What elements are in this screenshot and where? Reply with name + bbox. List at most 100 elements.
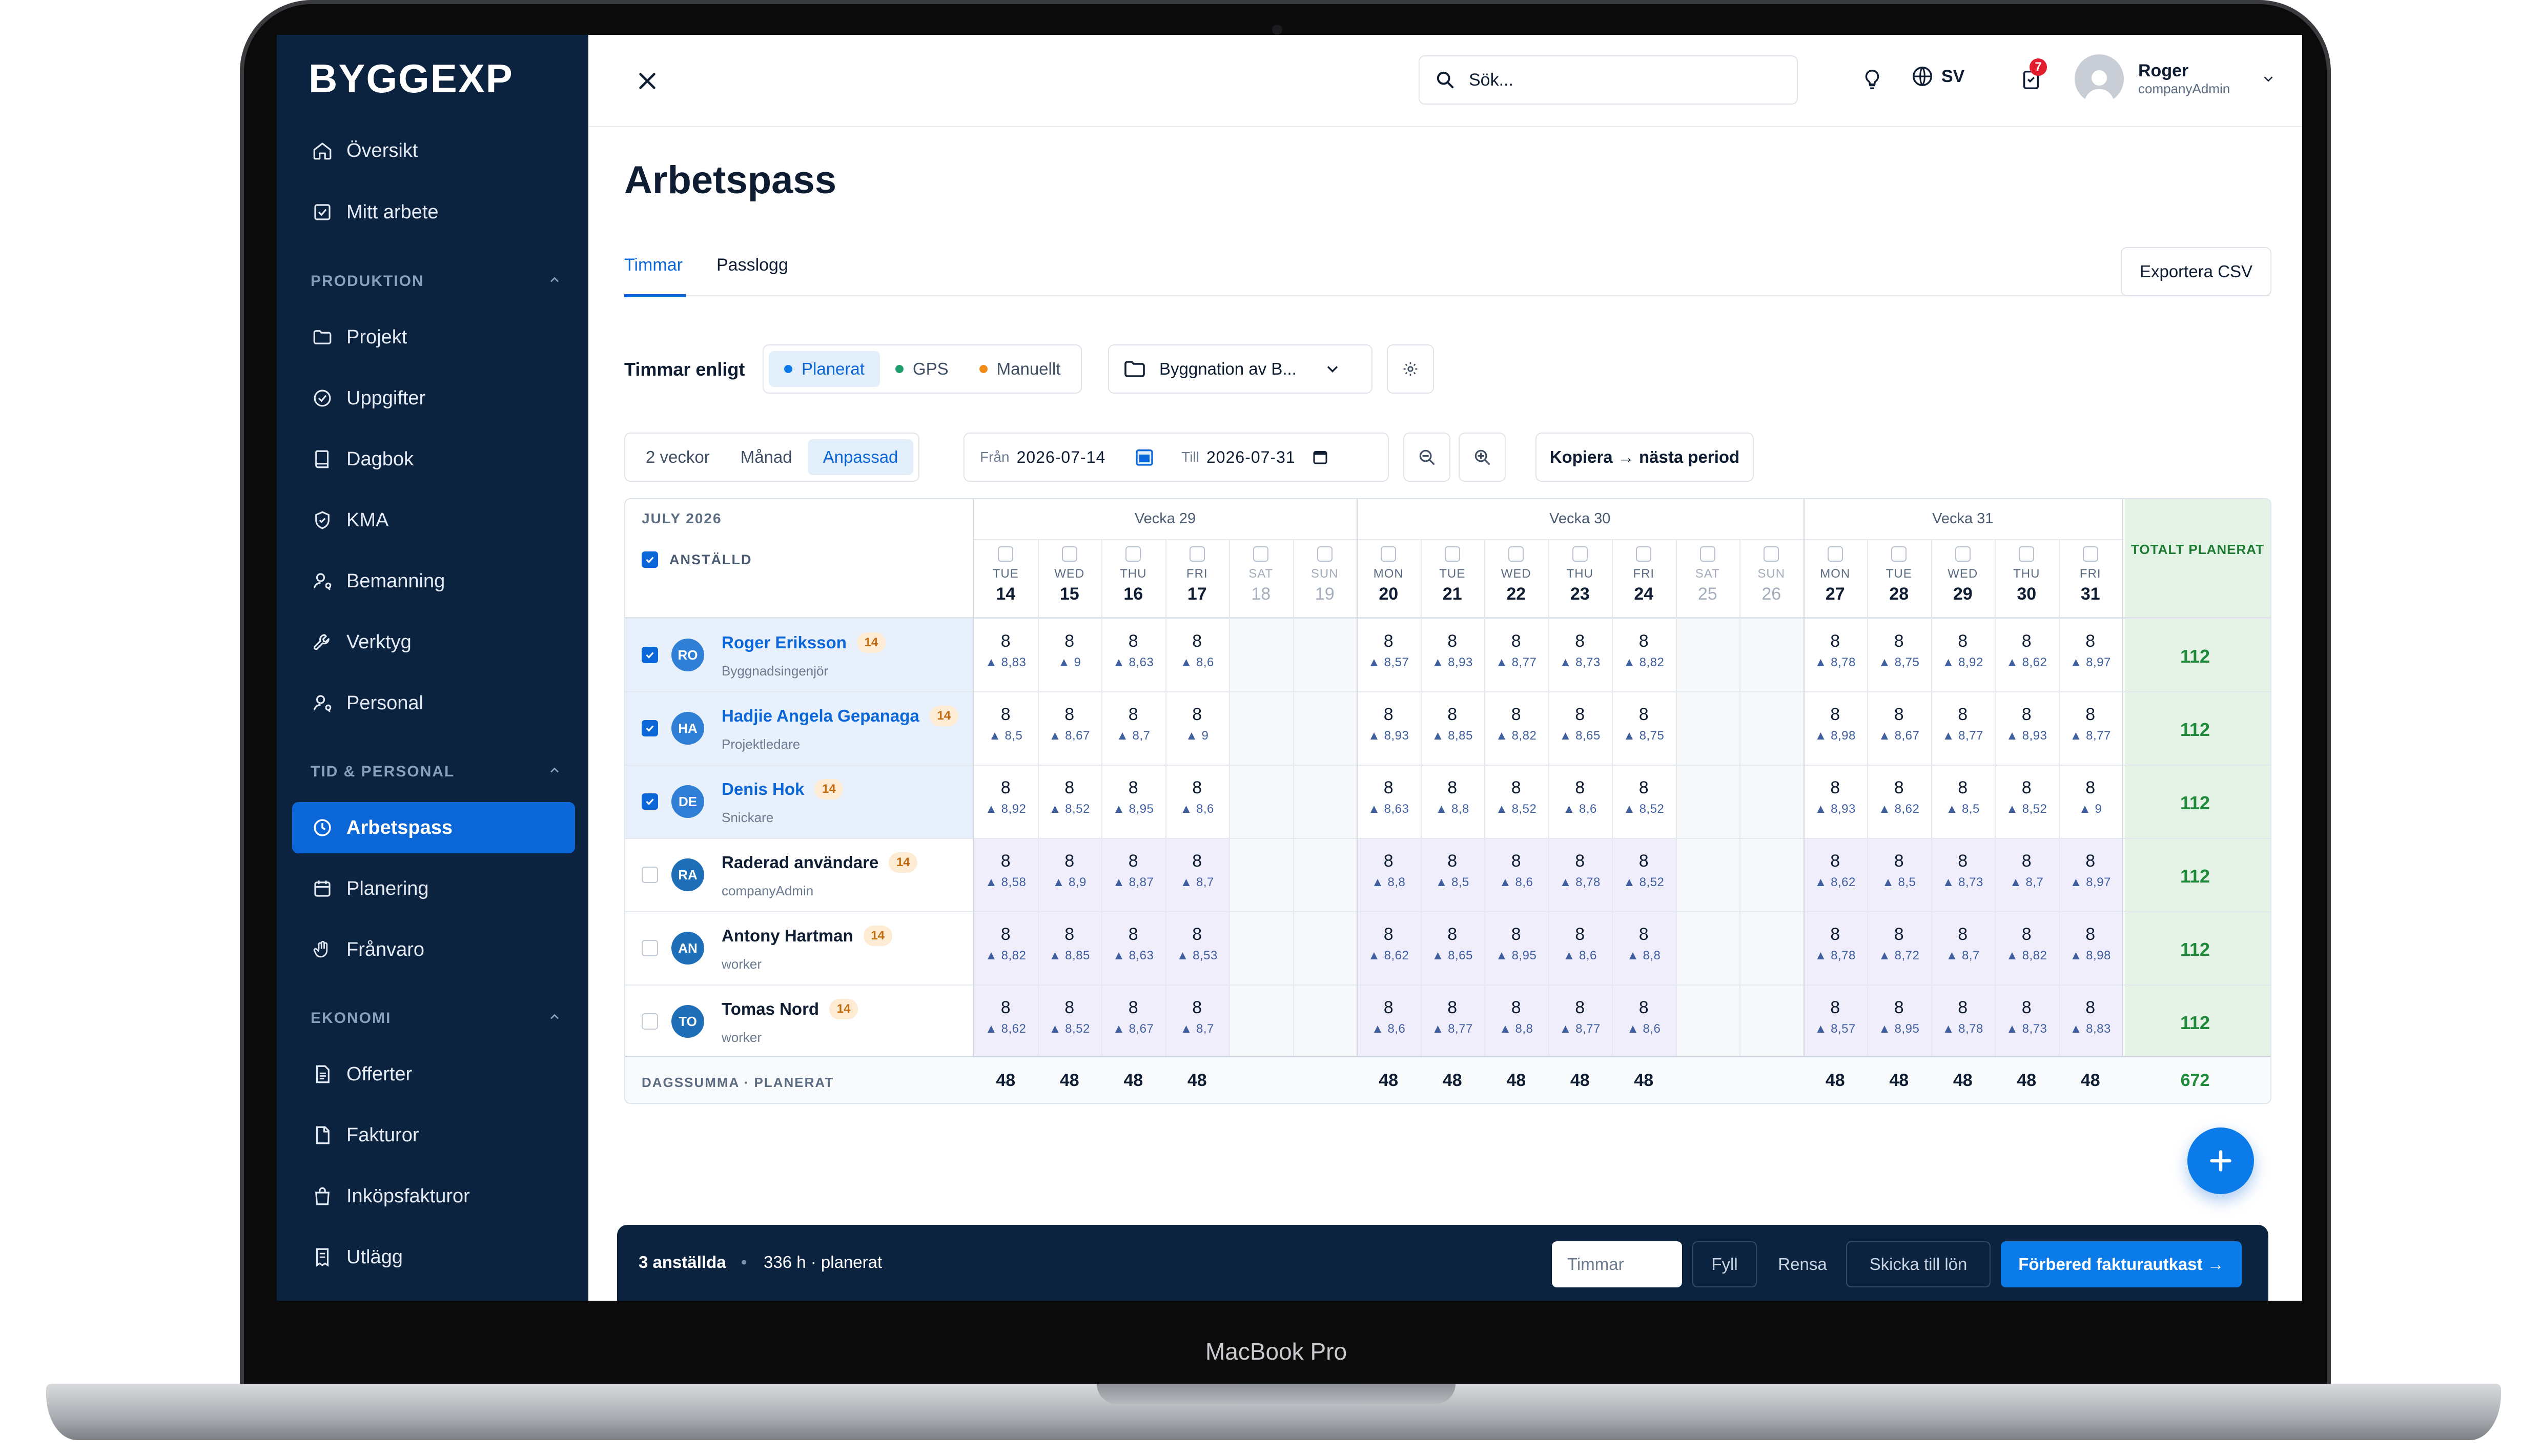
hours-cell[interactable]: 8 ▲ 8,52 bbox=[1612, 766, 1676, 838]
day-select-checkbox[interactable] bbox=[1508, 546, 1524, 562]
hours-cell[interactable]: 8 ▲ 8,95 bbox=[1101, 766, 1165, 838]
hours-cell[interactable]: 8 ▲ 8,63 bbox=[1101, 912, 1165, 985]
hours-cell[interactable]: 8 ▲ 8,7 bbox=[1931, 912, 1995, 985]
hours-cell[interactable]: 8 ▲ 8,6 bbox=[1357, 986, 1421, 1058]
project-select[interactable]: Byggnation av B... bbox=[1108, 344, 1372, 394]
hours-cell[interactable]: 8 ▲ 8,77 bbox=[1931, 692, 1995, 765]
hours-cell[interactable] bbox=[1293, 766, 1357, 838]
zoom-in-button[interactable] bbox=[1459, 433, 1506, 482]
hours-cell[interactable]: 8 ▲ 8,5 bbox=[1867, 839, 1931, 911]
hours-cell[interactable] bbox=[1675, 692, 1739, 765]
sidebar-section-header[interactable]: EKONOMI bbox=[311, 1010, 562, 1027]
sidebar-item-frånvaro[interactable]: Frånvaro bbox=[292, 924, 575, 975]
row-checkbox[interactable] bbox=[642, 867, 658, 883]
day-select-checkbox[interactable] bbox=[1381, 546, 1397, 562]
tips-button[interactable] bbox=[1854, 61, 1890, 97]
sidebar-item-projekt[interactable]: Projekt bbox=[292, 312, 575, 363]
hours-cell[interactable]: 8 ▲ 8,73 bbox=[1931, 839, 1995, 911]
hours-cell[interactable]: 8 ▲ 8,57 bbox=[1357, 619, 1421, 691]
hours-cell[interactable] bbox=[1293, 839, 1357, 911]
hours-cell[interactable]: 8 ▲ 8,6 bbox=[1612, 986, 1676, 1058]
hours-cell[interactable]: 8 ▲ 8,67 bbox=[1101, 986, 1165, 1058]
search-box[interactable] bbox=[1419, 55, 1798, 105]
day-select-checkbox[interactable] bbox=[1891, 546, 1907, 562]
hours-cell[interactable]: 8 ▲ 8,6 bbox=[1548, 766, 1612, 838]
hours-cell[interactable]: 8 ▲ 9 bbox=[1038, 619, 1102, 691]
sidebar-item-offerter[interactable]: Offerter bbox=[292, 1049, 575, 1100]
hours-cell[interactable]: 8 ▲ 8,52 bbox=[1038, 766, 1102, 838]
hours-cell[interactable]: 8 ▲ 8,65 bbox=[1420, 912, 1484, 985]
hours-cell[interactable]: 8 ▲ 8,82 bbox=[1612, 619, 1676, 691]
zoom-out-button[interactable] bbox=[1403, 433, 1450, 482]
hours-cell[interactable] bbox=[1675, 986, 1739, 1058]
day-select-checkbox[interactable] bbox=[1636, 546, 1652, 562]
hours-cell[interactable]: 8 ▲ 8,78 bbox=[1804, 619, 1868, 691]
calendar-icon[interactable] bbox=[1311, 448, 1329, 466]
hours-cell[interactable]: 8 ▲ 8,73 bbox=[1995, 986, 2059, 1058]
day-select-checkbox[interactable] bbox=[1764, 546, 1779, 562]
hours-cell[interactable]: 8 ▲ 8,82 bbox=[1484, 692, 1548, 765]
hours-cell[interactable]: 8 ▲ 8,72 bbox=[1867, 912, 1931, 985]
hours-cell[interactable]: 8 ▲ 8,52 bbox=[1484, 766, 1548, 838]
hours-cell[interactable]: 8 ▲ 8,6 bbox=[1165, 619, 1229, 691]
row-checkbox[interactable] bbox=[642, 1013, 658, 1030]
hours-cell[interactable]: 8 ▲ 8,82 bbox=[974, 912, 1038, 985]
hours-cell[interactable]: 8 ▲ 8,52 bbox=[1612, 839, 1676, 911]
employee-name[interactable]: Antony Hartman 14 bbox=[722, 926, 892, 946]
day-select-checkbox[interactable] bbox=[1699, 546, 1715, 562]
hours-cell[interactable]: 8 ▲ 8,5 bbox=[974, 692, 1038, 765]
hours-cell[interactable]: 8 ▲ 8,93 bbox=[1357, 692, 1421, 765]
hours-cell[interactable]: 8 ▲ 8,93 bbox=[1421, 619, 1485, 691]
period-option[interactable]: Månad bbox=[725, 439, 808, 475]
hours-cell[interactable] bbox=[1739, 766, 1804, 838]
source-option-planerat[interactable]: Planerat bbox=[769, 351, 880, 387]
employee-name[interactable]: Hadjie Angela Gepanaga 14 bbox=[722, 706, 958, 726]
source-option-manuellt[interactable]: Manuellt bbox=[964, 351, 1076, 387]
hours-cell[interactable]: 8 ▲ 8,6 bbox=[1484, 839, 1548, 911]
sidebar-item-arbetspass[interactable]: Arbetspass bbox=[292, 802, 575, 853]
hours-cell[interactable]: 8 ▲ 8,62 bbox=[1867, 766, 1931, 838]
day-select-checkbox[interactable] bbox=[1061, 546, 1077, 562]
sidebar-item-uppgifter[interactable]: Uppgifter bbox=[292, 373, 575, 424]
hours-cell[interactable] bbox=[1229, 692, 1293, 765]
hours-cell[interactable]: 8 ▲ 8,75 bbox=[1867, 619, 1931, 691]
hours-cell[interactable]: 8 ▲ 8,78 bbox=[1931, 986, 1995, 1058]
hours-cell[interactable]: 8 ▲ 8,97 bbox=[2059, 619, 2123, 691]
hours-cell[interactable]: 8 ▲ 8,78 bbox=[1803, 912, 1867, 985]
hours-cell[interactable]: 8 ▲ 8,73 bbox=[1548, 619, 1612, 691]
hours-cell[interactable]: 8 ▲ 8,67 bbox=[1867, 692, 1931, 765]
hours-cell[interactable]: 8 ▲ 8,85 bbox=[1421, 692, 1485, 765]
sidebar-item-dagbok[interactable]: Dagbok bbox=[292, 434, 575, 485]
hours-cell[interactable]: 8 ▲ 8,6 bbox=[1548, 912, 1612, 985]
day-select-checkbox[interactable] bbox=[1189, 546, 1205, 562]
row-checkbox[interactable] bbox=[642, 940, 658, 956]
export-csv-button[interactable]: Exportera CSV bbox=[2121, 247, 2271, 296]
to-date-input[interactable]: 2026-07-31 bbox=[1206, 448, 1296, 467]
row-checkbox[interactable] bbox=[642, 720, 658, 736]
employee-name[interactable]: Roger Eriksson 14 bbox=[722, 632, 886, 653]
row-checkbox[interactable] bbox=[642, 793, 658, 810]
hours-cell[interactable] bbox=[1675, 766, 1739, 838]
sidebar-item-kma[interactable]: KMA bbox=[292, 495, 575, 546]
employee-name[interactable]: Tomas Nord 14 bbox=[722, 999, 858, 1019]
row-checkbox[interactable] bbox=[642, 647, 658, 663]
hours-cell[interactable] bbox=[1229, 912, 1293, 985]
hours-cell[interactable] bbox=[1229, 619, 1293, 691]
sidebar-item-utlägg[interactable]: Utlägg bbox=[292, 1232, 575, 1283]
hours-cell[interactable]: 8 ▲ 8,7 bbox=[1165, 839, 1229, 911]
hours-cell[interactable]: 8 ▲ 8,77 bbox=[2059, 692, 2123, 765]
day-select-checkbox[interactable] bbox=[1827, 546, 1843, 562]
settings-button[interactable] bbox=[1387, 344, 1434, 394]
hours-cell[interactable]: 8 ▲ 8,97 bbox=[2058, 839, 2122, 911]
hours-cell[interactable]: 8 ▲ 8,75 bbox=[1612, 692, 1676, 765]
sidebar-section-header[interactable]: PRODUKTION bbox=[311, 273, 562, 290]
select-all[interactable]: ANSTÄLLD bbox=[642, 551, 752, 568]
day-select-checkbox[interactable] bbox=[2019, 546, 2035, 562]
hours-cell[interactable] bbox=[1739, 692, 1804, 765]
hours-cell[interactable]: 8 ▲ 8,58 bbox=[974, 839, 1038, 911]
close-button[interactable] bbox=[629, 63, 665, 99]
send-to-payroll-button[interactable]: Skicka till lön bbox=[1846, 1241, 1991, 1287]
hours-cell[interactable]: 8 ▲ 8,98 bbox=[1804, 692, 1868, 765]
clear-button[interactable]: Rensa bbox=[1764, 1241, 1841, 1287]
add-shift-button[interactable] bbox=[2187, 1127, 2254, 1194]
